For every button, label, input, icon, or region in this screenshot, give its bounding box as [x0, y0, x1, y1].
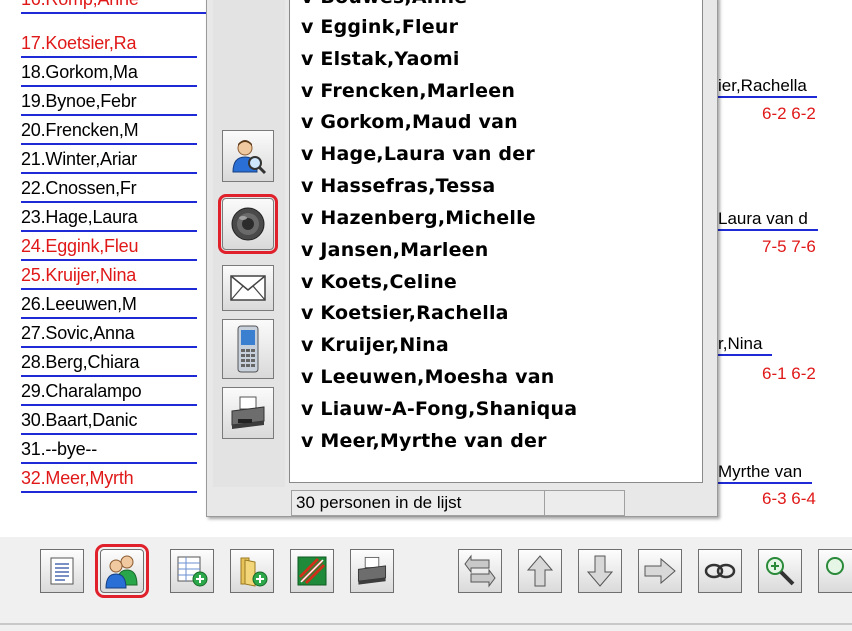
chain-link-icon	[704, 563, 736, 579]
add-table-button[interactable]	[170, 549, 214, 593]
zoom-in-button[interactable]	[758, 549, 802, 593]
list-item[interactable]: v Meer,Myrthe van der	[301, 430, 547, 452]
match-score: 6-3 6-4	[762, 489, 816, 508]
list-item[interactable]: v Liauw-A-Fong,Shaniqua	[301, 398, 577, 420]
match-name[interactable]: Laura van d	[718, 209, 818, 231]
add-folder-button[interactable]	[230, 549, 274, 593]
move-right-button[interactable]	[638, 549, 682, 593]
print-button[interactable]	[350, 549, 394, 593]
list-item[interactable]: v Gorkom,Maud van	[301, 111, 518, 133]
match-name[interactable]: r,Nina	[718, 334, 773, 356]
list-item[interactable]: v Jansen,Marleen	[301, 239, 488, 261]
draw-entry[interactable]: 23.Hage,Laura	[21, 206, 197, 232]
arrow-up-icon	[526, 555, 554, 587]
notepad-icon	[50, 557, 74, 585]
draw-entry[interactable]: 19.Bynoe,Febr	[21, 90, 197, 116]
zoom-out-button[interactable]	[818, 549, 852, 593]
person-search-button[interactable]	[222, 130, 274, 182]
printer-icon	[231, 396, 265, 429]
match-score: 6-1 6-2	[762, 364, 816, 383]
list-item[interactable]: v Leeuwen,Moesha van	[301, 366, 554, 388]
draw-entry[interactable]: 25.Kruijer,Nina	[21, 264, 197, 290]
draw-entry[interactable]: 24.Eggink,Fleu	[21, 235, 197, 261]
toolbar-divider	[0, 623, 852, 625]
status-separator	[544, 491, 545, 515]
draw-entry[interactable]: 21.Winter,Ariar	[21, 148, 197, 174]
match-score: 7-5 7-6	[762, 237, 816, 256]
list-item[interactable]: v Frencken,Marleen	[301, 80, 515, 102]
match-name[interactable]: Myrthe van	[718, 462, 813, 484]
printer-icon	[357, 556, 387, 585]
draw-entry[interactable]: 17.Koetsier,Ra	[21, 32, 197, 58]
main-toolbar	[0, 537, 852, 631]
list-item[interactable]: v Koets,Celine	[301, 271, 457, 293]
list-item[interactable]: v Kruijer,Nina	[301, 334, 449, 356]
add-folder-icon	[240, 557, 268, 587]
list-item[interactable]: v Hassefras,Tessa	[301, 175, 495, 197]
link-button[interactable]	[698, 549, 742, 593]
list-item[interactable]: v Eggink,Fleur	[301, 16, 458, 38]
draw-entry[interactable]: 29.Charalampo	[21, 380, 197, 406]
draw-entry[interactable]: 16.Romp,Anne	[21, 0, 207, 14]
speaker-icon	[231, 207, 265, 241]
swap-arrows-icon	[464, 554, 496, 588]
draw-entry[interactable]: 31.--bye--	[21, 438, 197, 464]
draw-entry[interactable]: 30.Baart,Danic	[21, 409, 197, 435]
match-score: 6-2 6-2	[762, 104, 816, 123]
move-up-button[interactable]	[518, 549, 562, 593]
mobile-phone-icon	[237, 325, 259, 373]
people-icon	[105, 555, 138, 589]
draw-entry[interactable]: 20.Frencken,M	[21, 119, 197, 145]
players-button[interactable]	[95, 544, 149, 598]
envelope-icon	[230, 275, 266, 301]
mobile-phone-button[interactable]	[222, 319, 274, 379]
status-text: 30 personen in de lijst	[296, 493, 462, 512]
list-item[interactable]: v Elstak,Yaomi	[301, 48, 460, 70]
player-list-popup: v Bouwes,Anne v Eggink,Fleur v Elstak,Ya…	[206, 0, 718, 517]
tennis-court-icon	[297, 556, 327, 586]
list-item[interactable]: v Bouwes,Anne	[301, 0, 467, 8]
popup-side-toolbar	[213, 0, 285, 487]
draw-entry[interactable]: 28.Berg,Chiara	[21, 351, 197, 377]
list-item[interactable]: v Koetsier,Rachella	[301, 302, 509, 324]
move-down-button[interactable]	[578, 549, 622, 593]
arrow-down-icon	[586, 555, 614, 587]
draw-entry[interactable]: 27.Sovic,Anna	[21, 322, 197, 348]
notes-button[interactable]	[40, 549, 84, 593]
envelope-button[interactable]	[222, 265, 274, 311]
swap-button[interactable]	[458, 549, 502, 593]
zoom-in-icon	[766, 557, 795, 586]
list-item[interactable]: v Hazenberg,Michelle	[301, 207, 536, 229]
list-item[interactable]: v Hage,Laura van der	[301, 143, 535, 165]
draw-entry[interactable]: 18.Gorkom,Ma	[21, 61, 197, 87]
player-list[interactable]: v Bouwes,Anne v Eggink,Fleur v Elstak,Ya…	[289, 0, 703, 483]
draw-entry[interactable]: 26.Leeuwen,M	[21, 293, 197, 319]
court-button[interactable]	[290, 549, 334, 593]
print-button[interactable]	[222, 387, 274, 439]
draw-entry[interactable]: 32.Meer,Myrth	[21, 467, 197, 493]
status-bar: 30 personen in de lijst	[291, 490, 625, 516]
match-name[interactable]: ier,Rachella	[718, 76, 817, 98]
arrow-right-icon	[644, 557, 676, 585]
draw-entry[interactable]: 22.Cnossen,Fr	[21, 177, 197, 203]
add-table-icon	[177, 556, 208, 587]
zoom-out-icon	[825, 557, 844, 575]
person-search-icon	[232, 140, 267, 175]
speaker-button[interactable]	[218, 194, 278, 254]
